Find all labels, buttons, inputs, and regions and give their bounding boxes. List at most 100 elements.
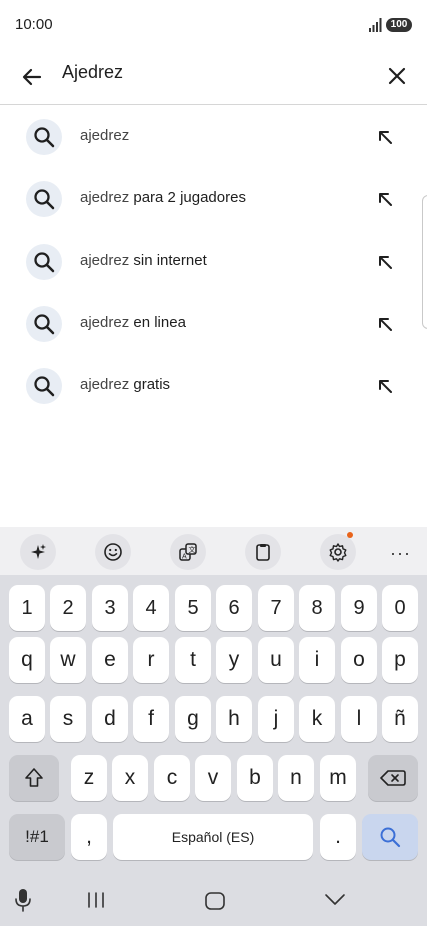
recents-icon[interactable] <box>86 891 106 909</box>
home-icon[interactable] <box>204 891 226 911</box>
key[interactable]: b <box>237 755 273 801</box>
symbols-key[interactable]: !#1 <box>9 814 65 860</box>
status-time: 10:00 <box>15 16 53 33</box>
key[interactable]: q <box>9 637 45 683</box>
key[interactable]: y <box>216 637 252 683</box>
suggestion-item[interactable]: ajedrez en linea <box>0 293 427 355</box>
suggestion-text: ajedrez sin internet <box>80 252 207 269</box>
translate-icon[interactable]: A文 <box>170 534 206 570</box>
suggestion-completion: para 2 jugadores <box>129 189 246 206</box>
fill-query-arrow-icon[interactable] <box>374 251 396 273</box>
key[interactable]: z <box>71 755 107 801</box>
key[interactable]: 6 <box>216 585 252 631</box>
key[interactable]: x <box>112 755 148 801</box>
fill-query-arrow-icon[interactable] <box>374 126 396 148</box>
fill-query-arrow-icon[interactable] <box>374 313 396 335</box>
key[interactable]: 8 <box>299 585 335 631</box>
key[interactable]: h <box>216 696 252 742</box>
mic-icon[interactable] <box>13 887 33 913</box>
key[interactable]: 9 <box>341 585 377 631</box>
key[interactable]: f <box>133 696 169 742</box>
suggestion-match: ajedrez <box>80 127 130 144</box>
key[interactable]: m <box>320 755 356 801</box>
close-icon[interactable] <box>382 61 412 91</box>
key[interactable]: s <box>50 696 86 742</box>
key[interactable]: g <box>175 696 211 742</box>
signal-icon <box>369 18 382 32</box>
fill-query-arrow-icon[interactable] <box>374 375 396 397</box>
key[interactable]: 0 <box>382 585 418 631</box>
suggestion-completion: en linea <box>129 314 186 331</box>
key[interactable]: 4 <box>133 585 169 631</box>
suggestion-match: ajedrez <box>80 189 130 206</box>
key[interactable]: n <box>278 755 314 801</box>
key[interactable]: 5 <box>175 585 211 631</box>
shift-icon <box>25 768 43 787</box>
settings-icon[interactable] <box>320 532 356 570</box>
key[interactable]: l <box>341 696 377 742</box>
search-icon <box>26 306 62 342</box>
status-bar: 10:00 100 <box>0 0 427 50</box>
key[interactable]: o <box>341 637 377 683</box>
search-icon <box>26 368 62 404</box>
search-icon <box>26 244 62 280</box>
battery-indicator: 100 <box>386 18 412 32</box>
emoji-icon[interactable] <box>95 534 131 570</box>
key[interactable]: e <box>92 637 128 683</box>
suggestion-match: ajedrez <box>80 252 130 269</box>
key[interactable]: j <box>258 696 294 742</box>
keyboard: A文 ··· 1 2 3 4 5 6 7 8 9 0 q w e r t y u… <box>0 527 427 926</box>
clipboard-icon[interactable] <box>245 534 281 570</box>
fill-query-arrow-icon[interactable] <box>374 188 396 210</box>
key[interactable]: p <box>382 637 418 683</box>
key[interactable]: a <box>9 696 45 742</box>
key[interactable]: 3 <box>92 585 128 631</box>
keyboard-toolbar: A文 ··· <box>0 527 427 575</box>
suggestion-text: ajedrez en linea <box>80 314 186 331</box>
search-key[interactable] <box>362 814 418 860</box>
search-icon <box>26 181 62 217</box>
key[interactable]: ñ <box>382 696 418 742</box>
suggestion-text: ajedrez gratis <box>80 376 170 393</box>
suggestion-match: ajedrez <box>80 314 130 331</box>
suggestion-item[interactable]: ajedrez gratis <box>0 355 427 417</box>
space-key[interactable]: Español (ES) <box>113 814 313 860</box>
back-arrow-icon[interactable] <box>16 61 48 93</box>
key[interactable]: k <box>299 696 335 742</box>
comma-key[interactable]: , <box>71 814 107 860</box>
suggestion-item[interactable]: ajedrez para 2 jugadores <box>0 168 427 230</box>
search-icon <box>380 827 401 848</box>
more-icon[interactable]: ··· <box>390 543 411 564</box>
key[interactable]: 7 <box>258 585 294 631</box>
suggestion-text: ajedrez para 2 jugadores <box>80 189 246 206</box>
key[interactable]: t <box>175 637 211 683</box>
key[interactable]: w <box>50 637 86 683</box>
suggestion-item[interactable]: ajedrez <box>0 106 427 168</box>
key[interactable]: c <box>154 755 190 801</box>
suggestion-completion: sin internet <box>129 252 207 269</box>
search-bar: Ajedrez <box>0 50 427 105</box>
back-down-icon[interactable] <box>324 893 346 907</box>
suggestion-completion: gratis <box>129 376 171 393</box>
suggestion-item[interactable]: ajedrez sin internet <box>0 231 427 293</box>
key[interactable]: r <box>133 637 169 683</box>
suggestion-match: ajedrez <box>80 376 130 393</box>
navigation-bar <box>0 874 427 926</box>
search-input[interactable]: Ajedrez <box>62 62 123 83</box>
key[interactable]: u <box>258 637 294 683</box>
suggestion-text: ajedrez <box>80 127 129 144</box>
search-icon <box>26 119 62 155</box>
period-key[interactable]: . <box>320 814 356 860</box>
svg-text:A: A <box>182 554 187 561</box>
sparkle-icon[interactable] <box>20 534 56 570</box>
backspace-icon <box>380 770 406 786</box>
notification-dot <box>347 532 353 538</box>
key[interactable]: d <box>92 696 128 742</box>
key[interactable]: 1 <box>9 585 45 631</box>
key[interactable]: i <box>299 637 335 683</box>
scrollbar[interactable] <box>422 195 427 329</box>
key[interactable]: v <box>195 755 231 801</box>
backspace-key[interactable] <box>368 755 418 801</box>
shift-key[interactable] <box>9 755 59 801</box>
key[interactable]: 2 <box>50 585 86 631</box>
